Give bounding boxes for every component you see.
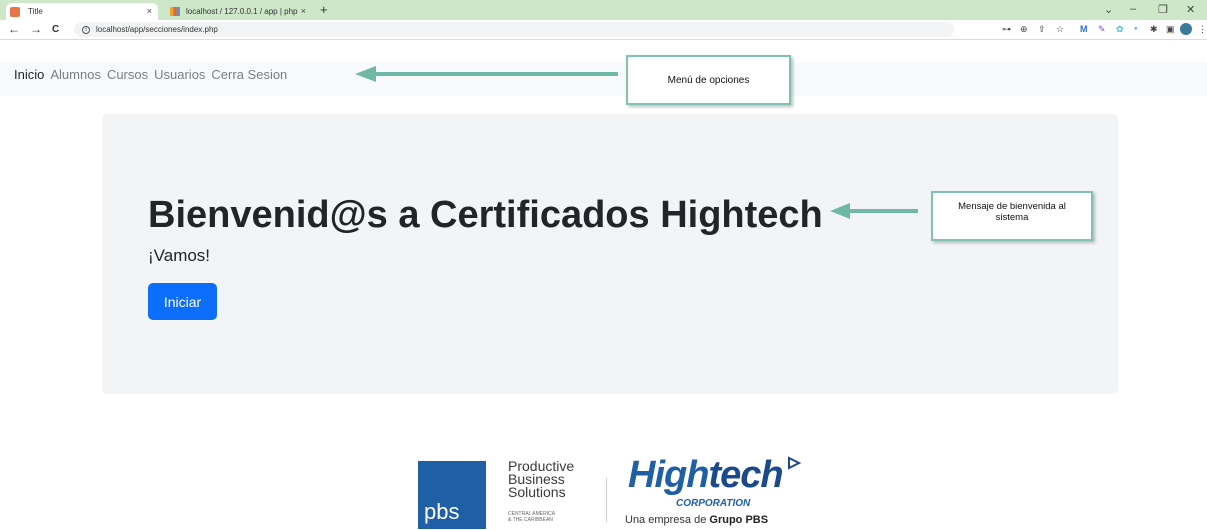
hightech-logo-tech: tech (708, 454, 783, 496)
chevron-down-icon[interactable]: ⌄ (1104, 3, 1113, 16)
welcome-jumbotron (102, 114, 1118, 394)
profile-avatar[interactable] (1180, 23, 1192, 35)
forward-icon[interactable]: → (30, 22, 42, 36)
info-icon[interactable]: i (82, 25, 90, 34)
url-text: localhost/app/secciones/index.php (96, 25, 218, 34)
tab-close-icon[interactable]: × (301, 6, 306, 16)
tab-phpmyadmin-label: localhost / 127.0.0.1 / app | php (186, 7, 298, 16)
nav-item-cursos[interactable]: Cursos (107, 67, 148, 82)
puzzle-icon[interactable]: ✱ (1150, 24, 1158, 35)
hightech-arrow-icon (788, 456, 801, 470)
welcome-callout: Mensaje de bienvenida al sistema (931, 191, 1093, 241)
page-favicon-icon (10, 6, 20, 17)
site-navbar: Inicio Alumnos Cursos Usuarios Cerra Ses… (0, 62, 1207, 96)
pbs-logo: pbs (418, 461, 486, 529)
extension-flower-icon[interactable]: ✿ (1116, 24, 1124, 35)
tab-title-label: Title (28, 7, 43, 16)
tagline-prefix: Una empresa de (625, 514, 710, 526)
reload-icon[interactable]: C (52, 24, 59, 35)
hightech-logo-high: High (628, 454, 709, 496)
back-icon[interactable]: ← (8, 22, 20, 36)
extension-dot-icon[interactable]: ● (1134, 26, 1138, 32)
hightech-corporation: CORPORATION (676, 498, 751, 509)
grupo-pbs-tagline: Una empresa de Grupo PBS (625, 514, 768, 526)
logo-divider (606, 478, 607, 522)
restore-icon[interactable]: ❐ (1158, 3, 1168, 16)
pbs-name-line: Solutions (508, 484, 566, 500)
hightech-logo: Hightech (628, 454, 784, 497)
pbs-company-name: Productive Business Solutions (508, 459, 574, 500)
menu-icon[interactable]: ⋮ (1198, 24, 1207, 35)
nav-item-alumnos[interactable]: Alumnos (50, 67, 101, 82)
start-button[interactable]: Iniciar (148, 283, 217, 320)
tagline-group-name: Grupo PBS (709, 514, 769, 526)
new-tab-icon[interactable]: + (320, 2, 328, 17)
tab-phpmyadmin[interactable]: localhost / 127.0.0.1 / app | php × (162, 3, 312, 20)
nav-links: Inicio Alumnos Cursos Usuarios Cerra Ses… (14, 67, 287, 82)
pbs-region: CENTRAL AMERICA & THE CARIBBEAN (508, 511, 555, 523)
extension-pen-icon[interactable]: ✎ (1098, 24, 1106, 35)
tab-title[interactable]: Title × (6, 3, 158, 20)
star-icon[interactable]: ☆ (1056, 24, 1064, 35)
welcome-subtitle: ¡Vamos! (148, 246, 211, 265)
key-icon[interactable]: ⊶ (1002, 24, 1011, 35)
phpmyadmin-favicon-icon (170, 7, 180, 16)
pbs-region-line: & THE CARIBBEAN (508, 517, 553, 523)
browser-tab-strip: Title × localhost / 127.0.0.1 / app | ph… (0, 0, 1207, 20)
sidebar-icon[interactable]: ▣ (1166, 24, 1175, 35)
nav-item-usuarios[interactable]: Usuarios (154, 67, 205, 82)
footer-logos: pbs Productive Business Solutions CENTRA… (418, 454, 818, 530)
minimize-icon[interactable]: – (1130, 3, 1136, 15)
address-bar[interactable]: i localhost/app/secciones/index.php (74, 22, 954, 37)
tab-close-icon[interactable]: × (147, 6, 152, 16)
share-icon[interactable]: ⇪ (1038, 24, 1046, 35)
extension-m-icon[interactable]: M (1080, 24, 1088, 34)
nav-item-cerrar-sesion[interactable]: Cerra Sesion (211, 67, 287, 82)
close-window-icon[interactable]: ✕ (1186, 3, 1195, 16)
nav-item-inicio[interactable]: Inicio (14, 67, 44, 82)
menu-callout: Menú de opciones (626, 55, 791, 105)
zoom-icon[interactable]: ⊕ (1020, 24, 1028, 35)
page-title: Bienvenid@s a Certificados Hightech (148, 194, 823, 236)
browser-toolbar: ← → C i localhost/app/secciones/index.ph… (0, 20, 1207, 40)
